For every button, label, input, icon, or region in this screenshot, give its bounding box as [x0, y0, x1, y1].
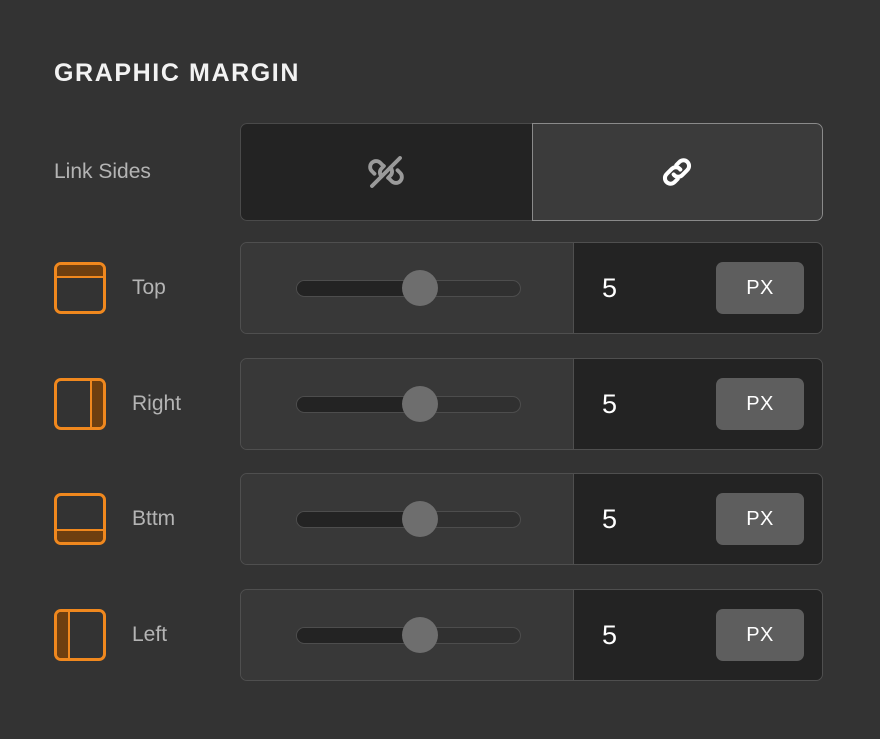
- margin-value-field-bottom[interactable]: 5 PX: [573, 474, 822, 564]
- margin-edge-indicator: [57, 612, 70, 658]
- margin-row-label: Bttm: [132, 505, 175, 533]
- slider-thumb[interactable]: [402, 386, 438, 422]
- margin-left-icon: [54, 609, 106, 661]
- unit-button-left[interactable]: PX: [716, 609, 804, 661]
- link-sides-segmented-control: [240, 123, 823, 221]
- margin-row-label: Right: [132, 390, 181, 418]
- unlink-icon: [365, 151, 407, 193]
- margin-value-top: 5: [602, 272, 617, 304]
- margin-slider-bottom[interactable]: [241, 474, 573, 564]
- margin-top-icon: [54, 262, 106, 314]
- margin-value-field-left[interactable]: 5 PX: [573, 590, 822, 680]
- link-sides-button[interactable]: [532, 123, 824, 221]
- margin-row-top: Top 5 PX: [0, 242, 880, 334]
- margin-control-right: 5 PX: [240, 358, 823, 450]
- margin-control-left: 5 PX: [240, 589, 823, 681]
- graphic-margin-panel: GRAPHIC MARGIN Link Sides: [0, 0, 880, 739]
- unlink-sides-button[interactable]: [240, 123, 532, 221]
- margin-slider-right[interactable]: [241, 359, 573, 449]
- margin-row-label: Top: [132, 274, 166, 302]
- margin-slider-top[interactable]: [241, 243, 573, 333]
- margin-control-top: 5 PX: [240, 242, 823, 334]
- margin-value-right: 5: [602, 388, 617, 420]
- margin-row-label: Left: [132, 621, 167, 649]
- margin-value-bottom: 5: [602, 503, 617, 535]
- margin-edge-indicator: [57, 529, 103, 542]
- unit-button-top[interactable]: PX: [716, 262, 804, 314]
- margin-row-left: Left 5 PX: [0, 589, 880, 681]
- margin-row-right: Right 5 PX: [0, 358, 880, 450]
- margin-row-bottom: Bttm 5 PX: [0, 473, 880, 565]
- unit-button-right[interactable]: PX: [716, 378, 804, 430]
- margin-right-icon: [54, 378, 106, 430]
- page-title: GRAPHIC MARGIN: [54, 57, 300, 89]
- margin-slider-left[interactable]: [241, 590, 573, 680]
- margin-value-field-right[interactable]: 5 PX: [573, 359, 822, 449]
- margin-value-field-top[interactable]: 5 PX: [573, 243, 822, 333]
- link-icon: [657, 152, 697, 192]
- margin-bottom-icon: [54, 493, 106, 545]
- slider-thumb[interactable]: [402, 617, 438, 653]
- margin-edge-indicator: [90, 381, 103, 427]
- unit-button-bottom[interactable]: PX: [716, 493, 804, 545]
- slider-thumb[interactable]: [402, 501, 438, 537]
- margin-edge-indicator: [57, 265, 103, 278]
- margin-control-bottom: 5 PX: [240, 473, 823, 565]
- margin-value-left: 5: [602, 619, 617, 651]
- slider-thumb[interactable]: [402, 270, 438, 306]
- link-sides-row: Link Sides: [0, 123, 880, 221]
- link-sides-label: Link Sides: [54, 158, 151, 186]
